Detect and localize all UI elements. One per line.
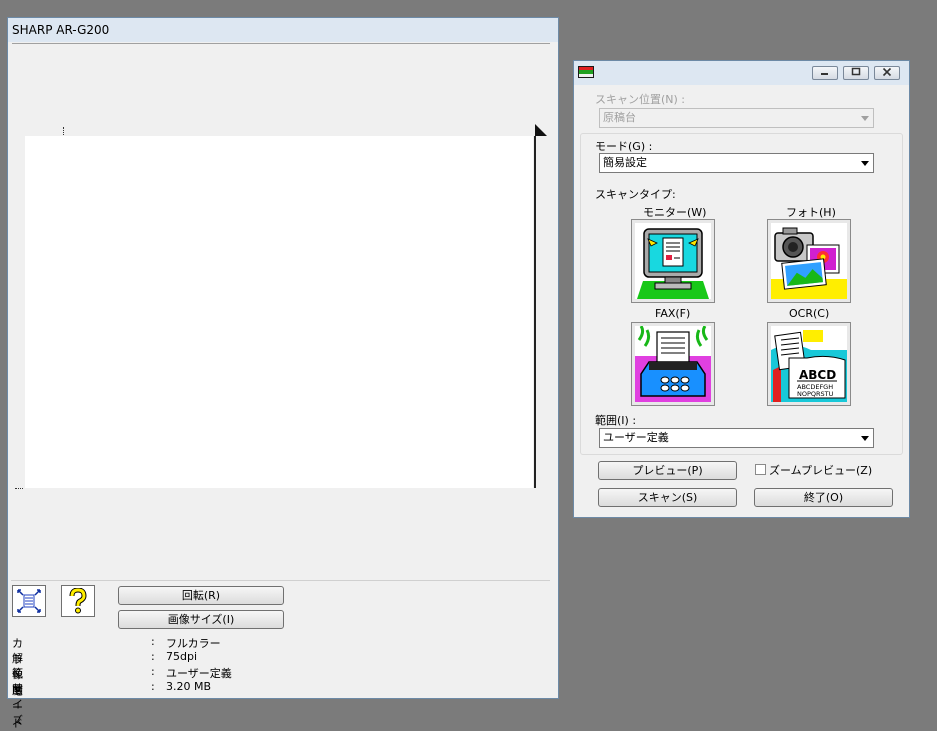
mode-value: 簡易設定 <box>603 156 647 169</box>
info-value: フルカラー <box>166 637 221 650</box>
range-value: ユーザー定義 <box>603 431 669 444</box>
zoom-preview-label: ズームプレビュー(Z) <box>769 464 873 477</box>
ocr-icon: ABCD ABCDEFGH NOPQRSTU <box>771 326 847 402</box>
info-sep: : <box>151 680 155 693</box>
info-key: サイズ <box>12 682 23 727</box>
info-value: ユーザー定義 <box>166 667 232 680</box>
chevron-down-icon <box>861 116 869 121</box>
range-select[interactable]: ユーザー定義 <box>599 428 874 448</box>
bottom-separator <box>11 580 550 581</box>
info-value: 3.20 MB <box>166 680 212 693</box>
monitor-scan-button[interactable] <box>631 219 715 303</box>
image-size-button[interactable]: 画像サイズ(I) <box>118 610 284 629</box>
scan-type-label: スキャンタイプ: <box>595 188 676 201</box>
title-separator <box>12 43 550 44</box>
photo-label: フォト(H) <box>786 206 836 219</box>
scan-position-select[interactable]: 原稿台 <box>599 108 874 128</box>
mode-select[interactable]: 簡易設定 <box>599 153 874 173</box>
ocr-label: OCR(C) <box>789 307 830 320</box>
ocr-sample-line2: NOPQRSTU <box>797 390 834 398</box>
info-sep: : <box>151 665 155 678</box>
fit-to-window-button[interactable] <box>12 585 46 617</box>
ocr-sample-big: ABCD <box>799 368 836 382</box>
mode-label: モード(G) : <box>595 140 653 153</box>
twain-icon <box>578 66 594 78</box>
fax-icon <box>635 326 711 402</box>
scan-direction-arrow-icon <box>535 124 547 136</box>
chevron-down-icon <box>861 161 869 166</box>
scan-position-value: 原稿台 <box>603 111 636 124</box>
restore-button[interactable] <box>843 66 869 80</box>
scan-button[interactable]: スキャン(S) <box>598 488 737 507</box>
ocr-scan-button[interactable]: ABCD ABCDEFGH NOPQRSTU <box>767 322 851 406</box>
scan-settings-group <box>580 133 903 455</box>
help-question-icon <box>69 588 87 614</box>
rotate-button[interactable]: 回転(R) <box>118 586 284 605</box>
preview-button[interactable]: プレビュー(P) <box>598 461 737 480</box>
monitor-label: モニター(W) <box>643 206 707 219</box>
close-button[interactable] <box>874 66 900 80</box>
fax-scan-button[interactable] <box>631 322 715 406</box>
info-sep: : <box>151 635 155 648</box>
fit-window-icon <box>17 589 41 613</box>
close-icon <box>882 67 892 77</box>
range-label: 範囲(I) : <box>595 414 637 427</box>
left-margin-marker <box>15 488 23 490</box>
help-button[interactable] <box>61 585 95 617</box>
dialog-titlebar <box>574 61 909 85</box>
chevron-down-icon <box>861 436 869 441</box>
exit-button[interactable]: 終了(O) <box>754 488 893 507</box>
scanner-dialog: スキャン位置(N) : 原稿台 モード(G) : 簡易設定 スキャンタイプ: モ… <box>573 60 910 518</box>
preview-window-title: SHARP AR-G200 <box>8 18 558 42</box>
minimize-button[interactable] <box>812 66 838 80</box>
zoom-preview-checkbox[interactable] <box>755 464 766 475</box>
photo-icon <box>771 223 847 299</box>
photo-scan-button[interactable] <box>767 219 851 303</box>
info-value: 75dpi <box>166 650 198 663</box>
restore-icon <box>851 67 861 76</box>
preview-image-area[interactable] <box>25 136 533 488</box>
preview-right-edge <box>534 136 536 488</box>
monitor-icon <box>635 223 711 299</box>
info-sep: : <box>151 650 155 663</box>
scan-position-label: スキャン位置(N) : <box>595 93 686 106</box>
top-margin-marker <box>63 127 65 135</box>
preview-window: SHARP AR-G200 回転(R) 画像サイズ(I) カラーモード : フル… <box>7 17 559 730</box>
fax-label: FAX(F) <box>655 307 691 320</box>
minimize-icon <box>821 73 828 75</box>
